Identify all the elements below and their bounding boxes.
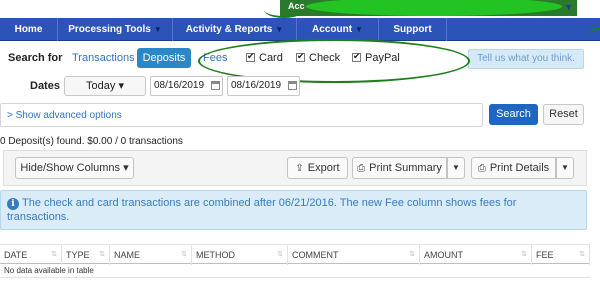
chevron-down-icon: ▼ xyxy=(275,25,284,34)
print-details-button[interactable]: ⎙ Print Details xyxy=(471,157,556,179)
calendar-icon[interactable] xyxy=(288,81,297,90)
show-advanced-options-link[interactable]: > Show advanced options xyxy=(7,110,122,121)
sort-icon: ⇅ xyxy=(521,251,527,258)
nav-account[interactable]: Account ▼ xyxy=(297,18,379,41)
end-date-value: 08/16/2019 xyxy=(231,80,282,91)
print-details-dropdown[interactable]: ▼ xyxy=(556,157,574,179)
info-alert-text: The check and card transactions are comb… xyxy=(7,197,517,223)
empty-table-message: No data available in table xyxy=(0,264,590,278)
column-header-date[interactable]: DATE ⇅ xyxy=(0,245,62,265)
sort-icon: ⇅ xyxy=(579,251,585,258)
column-fee-label: FEE xyxy=(536,250,554,260)
date-range-dropdown[interactable]: Today ▾ xyxy=(64,76,146,96)
nav-processing-tools[interactable]: Processing Tools ▼ xyxy=(58,18,173,41)
sort-icon: ⇅ xyxy=(99,251,105,258)
print-summary-button[interactable]: ⎙ Print Summary xyxy=(352,157,447,179)
tab-transactions[interactable]: Transactions xyxy=(72,52,135,64)
column-header-type[interactable]: TYPE ⇅ xyxy=(62,245,110,265)
sort-icon: ⇅ xyxy=(181,251,187,258)
column-name-label: NAME xyxy=(114,250,141,260)
annotation-stroke xyxy=(588,28,600,42)
redaction-scribble xyxy=(306,0,562,16)
nav-support[interactable]: Support xyxy=(379,18,447,41)
nav-activity-reports-label: Activity & Reports xyxy=(185,24,273,35)
start-date-input[interactable]: 08/16/2019 xyxy=(150,76,223,96)
table-header: DATE ⇅ TYPE ⇅ NAME ⇅ METHOD ⇅ COMMENT ⇅ AMOUN… xyxy=(0,244,590,265)
nav-home[interactable]: Home xyxy=(0,18,58,41)
annotation-stroke xyxy=(264,2,304,18)
column-type-label: TYPE xyxy=(66,250,90,260)
feedback-link[interactable]: Tell us what you think. xyxy=(468,49,584,69)
export-icon: ⇪ xyxy=(295,163,304,174)
search-for-label: Search for xyxy=(8,52,63,64)
column-comment-label: COMMENT xyxy=(292,250,339,260)
chevron-down-icon: ▼ xyxy=(452,163,460,172)
export-button[interactable]: ⇪ Export xyxy=(287,157,348,179)
column-header-name[interactable]: NAME ⇅ xyxy=(110,245,192,265)
calendar-icon[interactable] xyxy=(211,81,220,90)
print-summary-label: Print Summary xyxy=(369,162,442,174)
dates-label: Dates xyxy=(30,80,60,92)
advanced-options-panel: > Show advanced options xyxy=(0,103,483,127)
chevron-down-icon: ▼ xyxy=(355,25,363,34)
print-summary-dropdown[interactable]: ▼ xyxy=(447,157,465,179)
end-date-input[interactable]: 08/16/2019 xyxy=(227,76,300,96)
account-selector[interactable]: Acc ▼ xyxy=(280,0,577,16)
tab-deposits[interactable]: Deposits xyxy=(137,48,191,68)
column-amount-label: AMOUNT xyxy=(424,250,463,260)
column-header-comment[interactable]: COMMENT ⇅ xyxy=(288,245,420,265)
chevron-down-icon: ▼ xyxy=(561,163,569,172)
sort-icon: ⇅ xyxy=(409,251,415,258)
column-header-method[interactable]: METHOD ⇅ xyxy=(192,245,288,265)
chevron-down-icon: ▼ xyxy=(153,25,162,34)
hide-show-columns-button[interactable]: Hide/Show Columns ▾ xyxy=(15,157,134,179)
reset-button[interactable]: Reset xyxy=(543,104,584,125)
printer-icon: ⎙ xyxy=(357,163,366,174)
nav-activity-reports[interactable]: Activity & Reports ▼ xyxy=(173,18,297,41)
main-nav: Home Processing Tools ▼ Activity & Report… xyxy=(0,18,600,41)
column-date-label: DATE xyxy=(4,250,28,260)
column-header-amount[interactable]: AMOUNT ⇅ xyxy=(420,245,532,265)
info-icon: i xyxy=(7,198,19,210)
info-alert: i The check and card transactions are com… xyxy=(0,190,587,230)
printer-icon: ⎙ xyxy=(477,163,486,174)
nav-support-label: Support xyxy=(393,24,432,35)
search-button[interactable]: Search xyxy=(489,104,538,125)
nav-home-label: Home xyxy=(14,24,43,35)
start-date-value: 08/16/2019 xyxy=(154,80,205,91)
nav-processing-tools-label: Processing Tools xyxy=(68,24,151,35)
chevron-down-icon: ▼ xyxy=(564,2,573,12)
nav-account-label: Account xyxy=(312,24,353,35)
column-header-fee[interactable]: FEE ⇅ xyxy=(532,245,590,265)
results-summary: 0 Deposit(s) found. $0.00 / 0 transactio… xyxy=(0,136,183,147)
sort-icon: ⇅ xyxy=(277,251,283,258)
sort-icon: ⇅ xyxy=(51,251,57,258)
print-details-label: Print Details xyxy=(489,162,550,174)
column-method-label: METHOD xyxy=(196,250,235,260)
export-label: Export xyxy=(307,162,340,174)
